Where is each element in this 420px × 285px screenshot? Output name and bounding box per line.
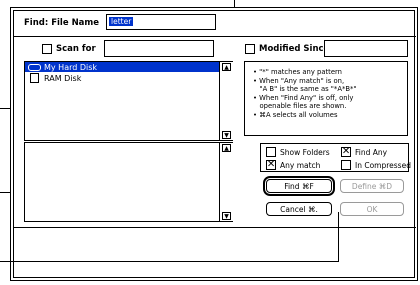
volume-label: RAM Disk bbox=[44, 73, 82, 83]
in-compressed-label: In Compressed bbox=[355, 161, 411, 170]
show-folders-checkbox[interactable] bbox=[266, 147, 276, 157]
help-line: • When "Find Any" is off, only bbox=[253, 93, 354, 102]
modified-since-label: Modified Since bbox=[259, 44, 330, 54]
in-compressed-checkbox[interactable] bbox=[341, 160, 351, 170]
volume-list-scrollbar[interactable]: ▲ ▼ bbox=[219, 62, 233, 140]
modified-since-checkbox[interactable] bbox=[245, 44, 255, 54]
scroll-down-arrow-icon[interactable]: ▼ bbox=[222, 212, 231, 220]
help-line: • When "Any match" is on, bbox=[253, 76, 345, 85]
help-line: • ⌘A selects all volumes bbox=[253, 110, 338, 119]
scan-for-checkbox[interactable] bbox=[42, 44, 52, 54]
list-item[interactable]: RAM Disk bbox=[28, 73, 81, 83]
scroll-up-arrow-icon[interactable]: ▲ bbox=[222, 144, 231, 152]
find-any-checkbox[interactable]: ✕ bbox=[341, 147, 351, 157]
find-any-label: Find Any bbox=[355, 148, 388, 157]
scan-for-field[interactable] bbox=[104, 40, 214, 57]
define-button[interactable]: Define ⌘D bbox=[340, 179, 404, 193]
scan-for-label: Scan for bbox=[56, 44, 96, 54]
results-list[interactable]: ▲ ▼ bbox=[24, 142, 233, 222]
volume-label: My Hard Disk bbox=[44, 62, 98, 72]
help-line: • "*" matches any pattern bbox=[253, 68, 342, 76]
find-dialog: Find: File Name letter Scan for Modified… bbox=[10, 7, 418, 281]
cancel-button[interactable]: Cancel ⌘. bbox=[266, 202, 332, 216]
modified-since-field[interactable] bbox=[324, 40, 408, 57]
ok-button[interactable]: OK bbox=[340, 202, 404, 216]
show-folders-label: Show Folders bbox=[280, 148, 330, 157]
help-line: "A B" is the same as "*A*B*" bbox=[253, 85, 357, 93]
hard-disk-icon bbox=[28, 63, 41, 71]
file-name-value: letter bbox=[109, 17, 134, 26]
list-item[interactable]: My Hard Disk bbox=[28, 62, 97, 72]
find-button[interactable]: Find ⌘F bbox=[263, 176, 335, 196]
any-match-checkbox[interactable]: ✕ bbox=[266, 160, 276, 170]
help-text-box: • "*" matches any pattern • When "Any ma… bbox=[244, 61, 408, 136]
file-name-field[interactable]: letter bbox=[106, 14, 216, 30]
results-list-scrollbar[interactable]: ▲ ▼ bbox=[219, 143, 233, 221]
ram-disk-icon bbox=[30, 73, 39, 83]
volume-list[interactable]: My Hard Disk RAM Disk ▲ ▼ bbox=[24, 61, 233, 141]
any-match-label: Any match bbox=[280, 161, 321, 170]
find-file-name-label: Find: File Name bbox=[24, 18, 100, 28]
help-line: openable files are shown. bbox=[253, 102, 347, 110]
scroll-up-arrow-icon[interactable]: ▲ bbox=[222, 63, 231, 71]
scroll-down-arrow-icon[interactable]: ▼ bbox=[222, 131, 231, 139]
